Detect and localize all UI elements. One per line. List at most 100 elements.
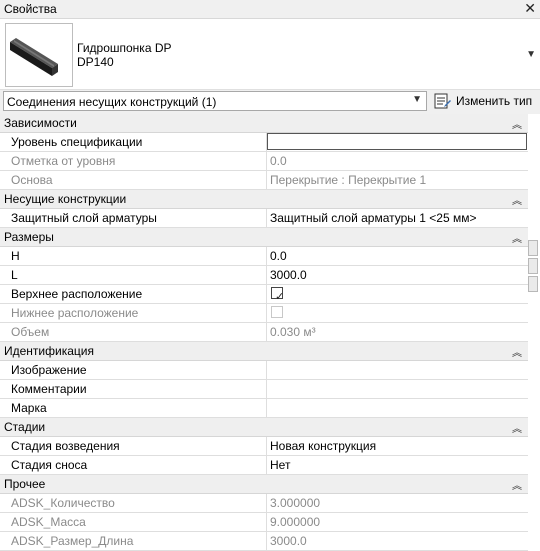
- property-value: 0.030 м³: [270, 325, 316, 339]
- property-row[interactable]: H 0.0: [0, 247, 528, 266]
- edit-type-label: Изменить тип: [456, 94, 533, 108]
- property-name: Стадия возведения: [11, 439, 120, 453]
- type-selector[interactable]: Гидрошпонка DP DP140 ▼: [0, 19, 540, 90]
- top-placement-checkbox[interactable]: ✓: [271, 287, 284, 303]
- property-value-cell[interactable]: 3000.0: [266, 266, 528, 284]
- collapse-chevron-icon[interactable]: ︽: [512, 420, 522, 435]
- group-name: Стадии: [4, 420, 46, 434]
- properties-grid: Зависимости ︽ Уровень спецификации Отмет…: [0, 114, 540, 551]
- property-value-cell[interactable]: ✓: [266, 285, 528, 303]
- property-name: ADSK_Размер_Длина: [11, 534, 134, 548]
- property-row: ADSK_Размер_Длина 3000.0: [0, 532, 528, 551]
- property-name: Отметка от уровня: [11, 154, 116, 168]
- property-value: 0.0: [270, 154, 287, 168]
- edit-type-icon: [434, 93, 452, 114]
- property-value: Перекрытие : Перекрытие 1: [270, 173, 427, 187]
- collapse-chevron-icon[interactable]: ︽: [512, 192, 522, 207]
- property-value-cell[interactable]: [266, 399, 528, 417]
- group-name: Зависимости: [4, 116, 77, 130]
- property-row[interactable]: Изображение: [0, 361, 528, 380]
- property-row[interactable]: Верхнее расположение ✓: [0, 285, 528, 304]
- property-value-cell: Перекрытие : Перекрытие 1: [266, 171, 528, 189]
- chevron-down-icon[interactable]: ▼: [526, 49, 536, 60]
- property-value: Новая конструкция: [270, 439, 377, 453]
- chevron-down-icon: ▼: [412, 94, 422, 105]
- property-value-cell: 3.000000: [266, 494, 528, 512]
- value-scroll-buttons[interactable]: [528, 240, 540, 296]
- property-value-cell[interactable]: 0.0: [266, 247, 528, 265]
- group-header-phasing[interactable]: Стадии ︽: [0, 418, 528, 437]
- group-header-structural[interactable]: Несущие конструкции ︽: [0, 190, 528, 209]
- property-row[interactable]: Защитный слой арматуры Защитный слой арм…: [0, 209, 528, 228]
- property-row[interactable]: L 3000.0: [0, 266, 528, 285]
- property-value: 0.0: [270, 249, 287, 263]
- type-name: DP140: [77, 55, 114, 69]
- property-name: Верхнее расположение: [11, 287, 143, 301]
- property-value-cell[interactable]: [266, 380, 528, 398]
- property-name: Нижнее расположение: [11, 306, 139, 320]
- collapse-chevron-icon[interactable]: ︽: [512, 477, 522, 492]
- property-row: Основа Перекрытие : Перекрытие 1: [0, 171, 528, 190]
- type-family-name: Гидрошпонка DP: [77, 41, 172, 55]
- property-value-cell: 0.030 м³: [266, 323, 528, 341]
- property-row[interactable]: Стадия сноса Нет: [0, 456, 528, 475]
- property-value-cell: 3000.0: [266, 532, 528, 550]
- group-header-other[interactable]: Прочее ︽: [0, 475, 528, 494]
- property-value: 3000.0: [270, 534, 307, 548]
- scroll-button[interactable]: [528, 240, 538, 256]
- property-value-cell: [266, 304, 528, 322]
- property-value: 9.000000: [270, 515, 321, 529]
- property-name: Стадия сноса: [11, 458, 88, 472]
- type-preview-thumbnail: [5, 23, 73, 87]
- property-value-cell: 0.0: [266, 152, 528, 170]
- property-row[interactable]: Марка: [0, 399, 528, 418]
- property-value: 3.000000: [270, 496, 321, 510]
- close-icon[interactable]: ✕: [524, 0, 536, 17]
- property-row: Отметка от уровня 0.0: [0, 152, 528, 171]
- property-name: Объем: [11, 325, 50, 339]
- property-row[interactable]: Комментарии: [0, 380, 528, 399]
- property-name: L: [11, 268, 18, 282]
- property-name: Марка: [11, 401, 47, 415]
- scroll-button[interactable]: [528, 258, 538, 274]
- group-name: Размеры: [4, 230, 54, 244]
- property-value-cell[interactable]: Новая конструкция: [266, 437, 528, 455]
- property-row: Объем 0.030 м³: [0, 323, 528, 342]
- property-name: Основа: [11, 173, 53, 187]
- checkmark-icon: ✓: [275, 291, 285, 303]
- group-header-constraints[interactable]: Зависимости ︽: [0, 114, 528, 133]
- group-header-identity[interactable]: Идентификация ︽: [0, 342, 528, 361]
- scroll-button[interactable]: [528, 276, 538, 292]
- property-row[interactable]: Стадия возведения Новая конструкция: [0, 437, 528, 456]
- property-name: Защитный слой арматуры: [11, 211, 157, 225]
- property-value-cell[interactable]: [266, 133, 528, 151]
- property-name: Изображение: [11, 363, 87, 377]
- property-row[interactable]: Уровень спецификации: [0, 133, 528, 152]
- element-filter-dropdown[interactable]: Соединения несущих конструкций (1) ▼: [3, 91, 427, 111]
- collapse-chevron-icon[interactable]: ︽: [512, 344, 522, 359]
- schedule-level-input[interactable]: [267, 133, 527, 150]
- property-value-cell: 9.000000: [266, 513, 528, 531]
- property-name: H: [11, 249, 20, 263]
- property-name: Комментарии: [11, 382, 87, 396]
- collapse-chevron-icon[interactable]: ︽: [512, 116, 522, 131]
- property-value-cell[interactable]: [266, 361, 528, 379]
- collapse-chevron-icon[interactable]: ︽: [512, 230, 522, 245]
- element-filter-label: Соединения несущих конструкций (1): [7, 95, 217, 109]
- group-name: Идентификация: [4, 344, 94, 358]
- property-value-cell[interactable]: Нет: [266, 456, 528, 474]
- property-value: Защитный слой арматуры 1 <25 мм>: [270, 211, 477, 225]
- group-name: Прочее: [4, 477, 46, 491]
- property-value: 3000.0: [270, 268, 307, 282]
- window-title: Свойства: [4, 2, 57, 16]
- property-name: ADSK_Масса: [11, 515, 86, 529]
- group-header-dimensions[interactable]: Размеры ︽: [0, 228, 528, 247]
- property-name: ADSK_Количество: [11, 496, 115, 510]
- bottom-placement-checkbox: [271, 306, 283, 318]
- filter-row: Соединения несущих конструкций (1) ▼ Изм…: [0, 90, 540, 114]
- property-value-cell[interactable]: Защитный слой арматуры 1 <25 мм>: [266, 209, 528, 227]
- property-name: Уровень спецификации: [11, 135, 143, 149]
- property-row: Нижнее расположение: [0, 304, 528, 323]
- property-row: ADSK_Масса 9.000000: [0, 513, 528, 532]
- property-value: Нет: [270, 458, 291, 472]
